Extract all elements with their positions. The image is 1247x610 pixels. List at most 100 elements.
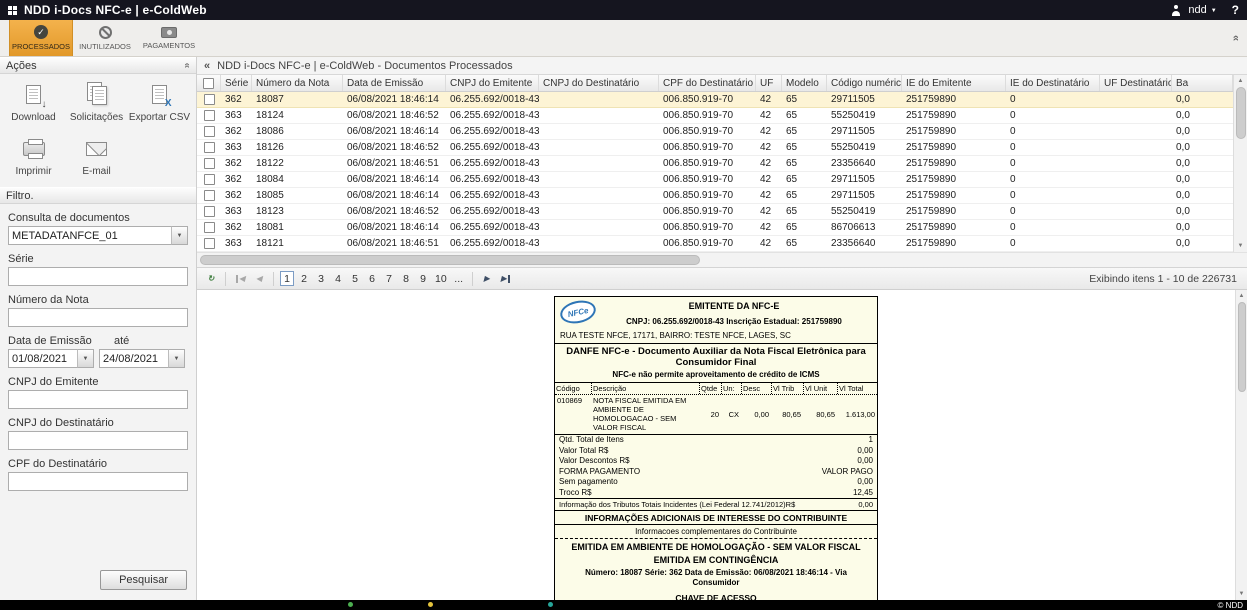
- column-header[interactable]: CNPJ do Emitente: [446, 75, 539, 91]
- last-page-button[interactable]: ▶: [498, 271, 514, 287]
- column-header[interactable]: CNPJ do Destinatário: [539, 75, 659, 91]
- row-checkbox[interactable]: [204, 110, 215, 121]
- column-header[interactable]: UF Destinatário: [1100, 75, 1172, 91]
- column-header[interactable]: Modelo: [782, 75, 827, 91]
- page-number[interactable]: 5: [348, 271, 362, 286]
- collapse-actions-icon[interactable]: »: [182, 63, 193, 69]
- select-all-checkbox[interactable]: [203, 78, 214, 89]
- row-checkbox[interactable]: [204, 174, 215, 185]
- table-cell: 251759890: [902, 108, 1006, 123]
- page-number[interactable]: 4: [331, 271, 345, 286]
- column-header[interactable]: Número da Nota: [252, 75, 343, 91]
- help-button[interactable]: ?: [1232, 3, 1239, 17]
- column-header[interactable]: IE do Destinatário: [1006, 75, 1100, 91]
- exportar-csv-button[interactable]: Exportar CSV: [128, 81, 191, 123]
- column-header[interactable]: Código numérico: [827, 75, 902, 91]
- numero-nota-input[interactable]: [8, 308, 188, 327]
- row-checkbox[interactable]: [204, 142, 215, 153]
- column-header[interactable]: Ba: [1172, 75, 1233, 91]
- refresh-icon[interactable]: ↻: [203, 271, 219, 287]
- scroll-up-icon[interactable]: ▲: [1239, 290, 1245, 302]
- data-inicio-field: ▼: [8, 349, 94, 368]
- column-header[interactable]: CPF do Destinatário: [659, 75, 756, 91]
- table-row[interactable]: 3631812606/08/2021 18:46:5206.255.692/00…: [197, 140, 1233, 156]
- serie-input[interactable]: [8, 267, 188, 286]
- cnpj-destinatario-input[interactable]: [8, 431, 188, 450]
- column-header[interactable]: Data de Emissão: [343, 75, 446, 91]
- page-number[interactable]: 2: [297, 271, 311, 286]
- page-number[interactable]: 6: [365, 271, 379, 286]
- table-row[interactable]: 3631812306/08/2021 18:46:5206.255.692/00…: [197, 204, 1233, 220]
- user-menu[interactable]: ndd ▼: [1188, 4, 1216, 16]
- tab-processados[interactable]: PROCESSADOS: [9, 20, 73, 56]
- grid-vertical-scrollbar[interactable]: ▲ ▼: [1233, 75, 1247, 252]
- pesquisar-button[interactable]: Pesquisar: [100, 570, 187, 590]
- scrollbar-thumb[interactable]: [200, 255, 700, 265]
- grid-horizontal-scrollbar[interactable]: [197, 252, 1247, 267]
- table-cell: 006.850.919-70: [659, 172, 756, 187]
- titlebar: NDD i-Docs NFC-e | e-ColdWeb ndd ▼ ?: [0, 0, 1247, 20]
- row-checkbox[interactable]: [204, 190, 215, 201]
- user-name: ndd: [1188, 4, 1206, 16]
- tab-inutilizados[interactable]: INUTILIZADOS: [73, 20, 137, 56]
- table-cell: 18124: [252, 108, 343, 123]
- collapse-panel-icon[interactable]: »: [1230, 35, 1242, 41]
- table-row[interactable]: 3621808406/08/2021 18:46:1406.255.692/00…: [197, 172, 1233, 188]
- row-checkbox[interactable]: [204, 222, 215, 233]
- scrollbar-thumb[interactable]: [1236, 87, 1246, 139]
- item-column-header: Un:: [721, 383, 741, 394]
- table-row[interactable]: 3631812106/08/2021 18:46:5106.255.692/00…: [197, 236, 1233, 252]
- column-header[interactable]: UF: [756, 75, 782, 91]
- preview-vertical-scrollbar[interactable]: ▲ ▼: [1235, 290, 1247, 600]
- table-row[interactable]: 3631812406/08/2021 18:46:5206.255.692/00…: [197, 108, 1233, 124]
- table-cell: 251759890: [902, 188, 1006, 203]
- calendar-arrow-icon[interactable]: ▼: [168, 349, 185, 368]
- cpf-destinatario-input[interactable]: [8, 472, 188, 491]
- download-icon: [19, 81, 49, 108]
- email-button[interactable]: E-mail: [65, 135, 128, 177]
- tab-pagamentos[interactable]: PAGAMENTOS: [137, 20, 201, 56]
- imprimir-button[interactable]: Imprimir: [2, 135, 65, 177]
- table-row[interactable]: 3621808506/08/2021 18:46:1406.255.692/00…: [197, 188, 1233, 204]
- page-number[interactable]: 10: [433, 271, 449, 286]
- collapse-left-icon[interactable]: «: [204, 60, 210, 72]
- row-checkbox[interactable]: [204, 206, 215, 217]
- combo-arrow-icon[interactable]: ▼: [171, 226, 188, 245]
- consulta-input[interactable]: [8, 226, 188, 245]
- solicitacoes-button[interactable]: Solicitações: [65, 81, 128, 123]
- calendar-arrow-icon[interactable]: ▼: [77, 349, 94, 368]
- table-cell: 18121: [252, 236, 343, 251]
- first-page-button[interactable]: ◀: [232, 271, 248, 287]
- scroll-up-icon[interactable]: ▲: [1238, 75, 1244, 87]
- data-fim-field: ▼: [99, 349, 185, 368]
- select-all-cell: [197, 75, 221, 91]
- table-cell: 18084: [252, 172, 343, 187]
- page-number[interactable]: 9: [416, 271, 430, 286]
- danfe-homologacao-line: EMITIDA EM AMBIENTE DE HOMOLOGAÇÃO - SEM…: [555, 539, 877, 552]
- row-checkbox[interactable]: [204, 94, 215, 105]
- prev-page-button[interactable]: ◀: [251, 271, 267, 287]
- download-button[interactable]: Download: [2, 81, 65, 123]
- scrollbar-thumb[interactable]: [1238, 302, 1246, 392]
- table-row[interactable]: 3621808606/08/2021 18:46:1406.255.692/00…: [197, 124, 1233, 140]
- table-row[interactable]: 3621808106/08/2021 18:46:1406.255.692/00…: [197, 220, 1233, 236]
- next-page-button[interactable]: ▶: [479, 271, 495, 287]
- page-number[interactable]: 1: [280, 271, 294, 286]
- cnpj-emitente-input[interactable]: [8, 390, 188, 409]
- column-header[interactable]: IE do Emitente: [902, 75, 1006, 91]
- row-checkbox[interactable]: [204, 158, 215, 169]
- page-number[interactable]: 8: [399, 271, 413, 286]
- table-row[interactable]: 3621812206/08/2021 18:46:5106.255.692/00…: [197, 156, 1233, 172]
- row-checkbox[interactable]: [204, 126, 215, 137]
- cnpj-destinatario-label: CNPJ do Destinatário: [8, 417, 188, 429]
- row-checkbox[interactable]: [204, 238, 215, 249]
- page-number[interactable]: 3: [314, 271, 328, 286]
- table-cell: 65: [782, 108, 827, 123]
- copyright: © NDD: [1218, 601, 1243, 610]
- scroll-down-icon[interactable]: ▼: [1239, 588, 1245, 600]
- table-row[interactable]: 3621808706/08/2021 18:46:1406.255.692/00…: [197, 92, 1233, 108]
- app-launcher-icon[interactable]: [8, 6, 17, 15]
- page-number[interactable]: 7: [382, 271, 396, 286]
- column-header[interactable]: Série: [221, 75, 252, 91]
- scroll-down-icon[interactable]: ▼: [1238, 240, 1244, 252]
